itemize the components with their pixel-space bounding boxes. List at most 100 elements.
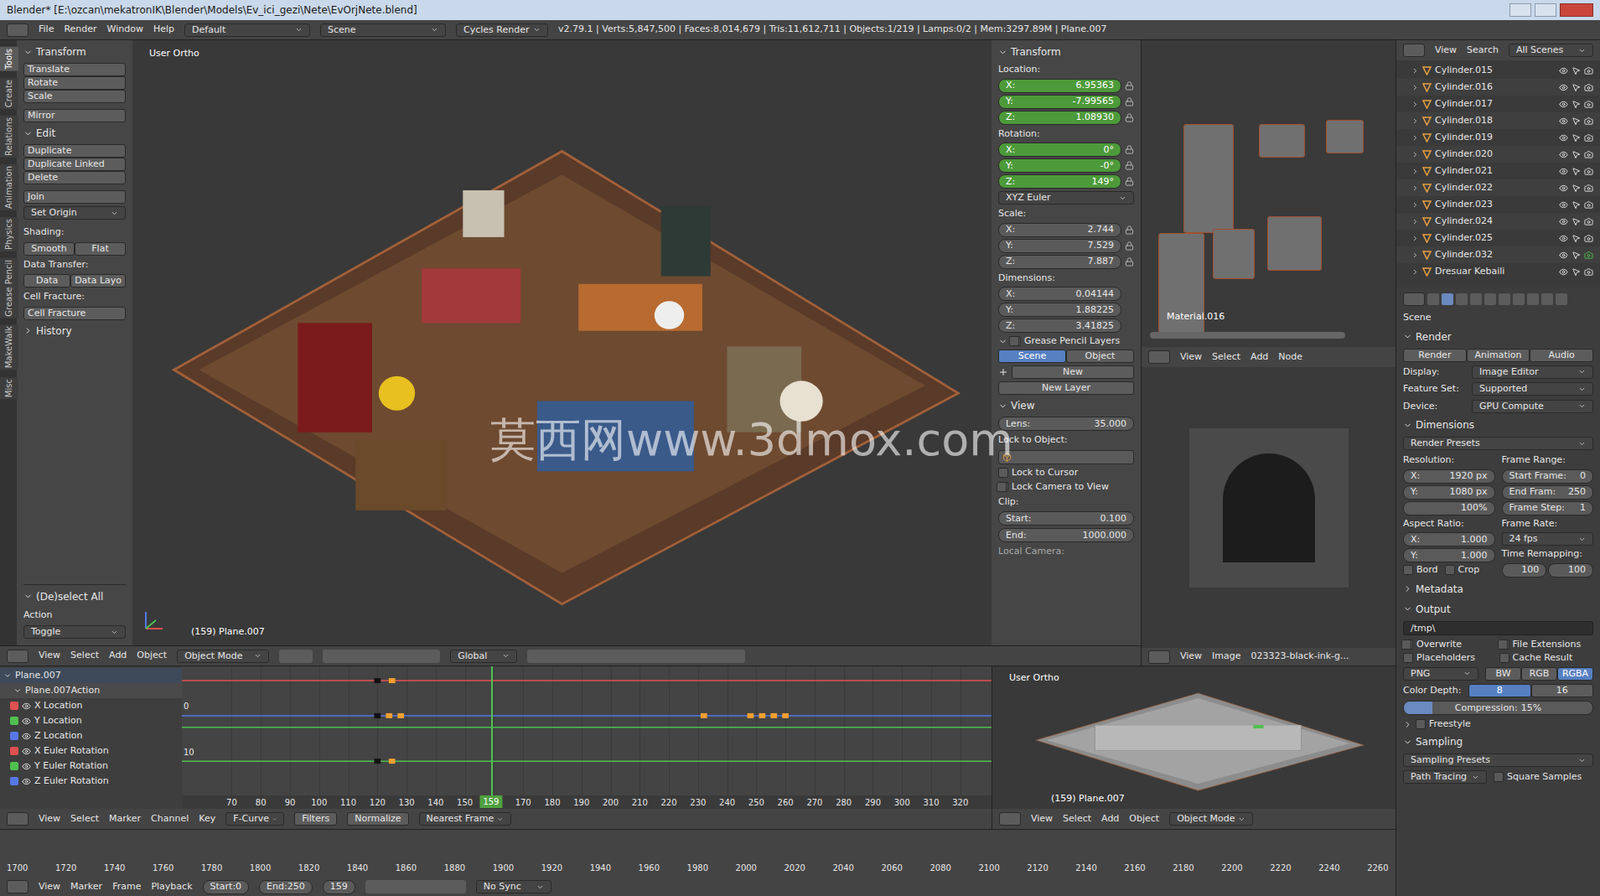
transform-field[interactable]: Z:1.08930 bbox=[998, 110, 1122, 125]
transform-field[interactable]: Z:3.41825 bbox=[998, 318, 1122, 333]
visibility-icon[interactable] bbox=[1558, 200, 1569, 210]
menu-item[interactable]: Channel bbox=[150, 812, 189, 827]
tool-button[interactable]: Translate bbox=[23, 62, 126, 77]
lock-icon[interactable] bbox=[1124, 241, 1134, 251]
transform-field[interactable]: X:0° bbox=[998, 142, 1122, 157]
transform-field[interactable]: X:2.744 bbox=[998, 222, 1122, 238]
tool-tab[interactable]: Animation bbox=[0, 164, 19, 211]
checkbox-box[interactable] bbox=[1499, 639, 1510, 650]
expand-icon[interactable] bbox=[1411, 167, 1419, 176]
menu-item[interactable]: Select bbox=[1211, 350, 1241, 365]
metadata-panel-header[interactable]: Metadata bbox=[1403, 580, 1594, 598]
render-presets[interactable]: Render Presets bbox=[1403, 436, 1594, 451]
menu-item[interactable]: Node bbox=[1278, 350, 1303, 365]
select-icon[interactable] bbox=[1571, 233, 1581, 244]
menu-item[interactable]: View bbox=[1180, 350, 1202, 365]
visibility-icon[interactable] bbox=[1558, 116, 1569, 126]
scene-selector[interactable]: Scene bbox=[320, 23, 446, 37]
checkbox-box[interactable] bbox=[1444, 564, 1456, 575]
outliner-row[interactable]: Cylinder.015 bbox=[1396, 62, 1600, 79]
graph-area[interactable]: 0107080901001101201301401501601701801902… bbox=[181, 666, 992, 809]
expand-icon[interactable] bbox=[1411, 268, 1419, 276]
menu-item[interactable]: Frame bbox=[112, 880, 141, 895]
expand-icon[interactable] bbox=[1411, 217, 1419, 226]
menu-item[interactable]: View bbox=[1030, 812, 1053, 827]
node-editor[interactable]: Material.016 bbox=[1141, 40, 1396, 347]
visibility-icon[interactable] bbox=[1558, 183, 1569, 193]
frame-step-field[interactable]: Frame Step:1 bbox=[1501, 501, 1595, 516]
menu-item[interactable]: Add bbox=[1101, 812, 1119, 827]
menu-item[interactable]: Object bbox=[136, 648, 167, 663]
transform-field[interactable]: Y:7.529 bbox=[998, 238, 1122, 254]
expand-icon[interactable] bbox=[1411, 150, 1419, 159]
render-setting[interactable]: Image Editor bbox=[1471, 365, 1594, 379]
select-icon[interactable] bbox=[1571, 166, 1581, 177]
properties-tab-icon[interactable] bbox=[1527, 293, 1539, 306]
channel-row[interactable]: Z Euler Rotation bbox=[0, 773, 182, 789]
select-icon[interactable] bbox=[1571, 200, 1581, 210]
outliner-row[interactable]: Cylinder.016 bbox=[1396, 78, 1600, 96]
outliner-display[interactable]: All Scenes bbox=[1508, 43, 1594, 57]
properties-tab-icon[interactable] bbox=[1555, 293, 1568, 306]
tool-button[interactable]: Duplicate bbox=[23, 144, 126, 158]
tool-tab[interactable]: Relations bbox=[0, 115, 19, 158]
outliner-row[interactable]: Cylinder.025 bbox=[1396, 229, 1600, 247]
viewport[interactable]: User Ortho(159) Plane.007 bbox=[132, 40, 992, 646]
properties-tab-icon[interactable] bbox=[1441, 293, 1454, 306]
remap-old-field[interactable]: 100 bbox=[1501, 563, 1548, 578]
output-path-field[interactable]: /tmp\ bbox=[1403, 621, 1594, 636]
tool-tab[interactable]: Grease Pencil bbox=[0, 258, 19, 319]
render-icon[interactable] bbox=[1584, 200, 1594, 210]
transform-field[interactable]: Z:149° bbox=[998, 174, 1122, 189]
add-icon[interactable] bbox=[998, 367, 1009, 378]
select-icon[interactable] bbox=[1571, 150, 1581, 160]
menu-item[interactable]: View bbox=[1434, 43, 1457, 58]
menu-item[interactable]: Select bbox=[70, 812, 99, 827]
editor-type-icon[interactable] bbox=[6, 649, 29, 663]
checkbox-box[interactable] bbox=[1403, 639, 1414, 650]
properties-tab-icon[interactable] bbox=[1470, 293, 1482, 306]
render-icon[interactable] bbox=[1584, 150, 1594, 160]
select-icon[interactable] bbox=[1571, 250, 1581, 260]
clip-start-field[interactable]: Start:0.100 bbox=[998, 511, 1134, 526]
set-origin-dropdown[interactable]: Set Origin bbox=[23, 206, 126, 220]
menu-item[interactable]: Image bbox=[1211, 649, 1241, 664]
expand-icon[interactable] bbox=[1411, 201, 1419, 209]
select-icon[interactable] bbox=[1571, 267, 1581, 277]
properties-tab-icon[interactable] bbox=[1512, 293, 1525, 306]
small-viewport[interactable]: User Ortho(159) Plane.007 bbox=[992, 666, 1396, 809]
channel-row[interactable]: X Euler Rotation bbox=[0, 743, 182, 759]
menu-item[interactable]: Marker bbox=[70, 880, 103, 895]
checkbox-box[interactable] bbox=[1415, 719, 1426, 730]
outliner-row[interactable]: Cylinder.032 bbox=[1396, 246, 1600, 264]
output-check[interactable]: File Extensions bbox=[1499, 638, 1595, 651]
menu-item[interactable]: Object bbox=[1128, 812, 1160, 827]
expand-icon[interactable] bbox=[1411, 117, 1419, 125]
shading-selector[interactable] bbox=[279, 649, 313, 663]
compression-slider[interactable]: Compression:15% bbox=[1403, 700, 1594, 715]
checkbox-box[interactable] bbox=[1009, 336, 1020, 347]
outliner-row[interactable]: Dresuar Kebaili bbox=[1396, 263, 1600, 280]
gp-new-button[interactable]: New bbox=[1011, 365, 1134, 379]
shader-node[interactable] bbox=[1267, 216, 1322, 271]
render-icon[interactable] bbox=[1584, 217, 1594, 227]
cell-fracture-button[interactable]: Cell Fracture bbox=[23, 306, 126, 321]
node-scrollbar[interactable] bbox=[1149, 331, 1346, 339]
frame-rate-dropdown[interactable]: 24 fps bbox=[1501, 532, 1595, 546]
timeline-area[interactable]: 1700172017401760178018001820184018601880… bbox=[0, 829, 1396, 878]
crop-check[interactable]: Crop bbox=[1444, 564, 1481, 576]
render-icon[interactable] bbox=[1584, 133, 1594, 143]
render-button[interactable]: Animation bbox=[1466, 348, 1531, 363]
visibility-icon[interactable] bbox=[1558, 133, 1569, 143]
render-button[interactable]: Audio bbox=[1529, 348, 1594, 363]
outliner-row[interactable]: Cylinder.024 bbox=[1396, 212, 1600, 230]
shader-node[interactable] bbox=[1258, 124, 1305, 158]
menu-item[interactable]: Select bbox=[1062, 812, 1092, 827]
tool-button[interactable]: Delete bbox=[23, 170, 126, 185]
menu-item[interactable]: View bbox=[38, 648, 61, 663]
expand-icon[interactable] bbox=[1411, 234, 1419, 243]
lock-icon[interactable] bbox=[1124, 176, 1134, 187]
select-icon[interactable] bbox=[1571, 217, 1581, 227]
visibility-icon[interactable] bbox=[1558, 82, 1569, 93]
outliner-row[interactable]: Cylinder.022 bbox=[1396, 179, 1600, 197]
